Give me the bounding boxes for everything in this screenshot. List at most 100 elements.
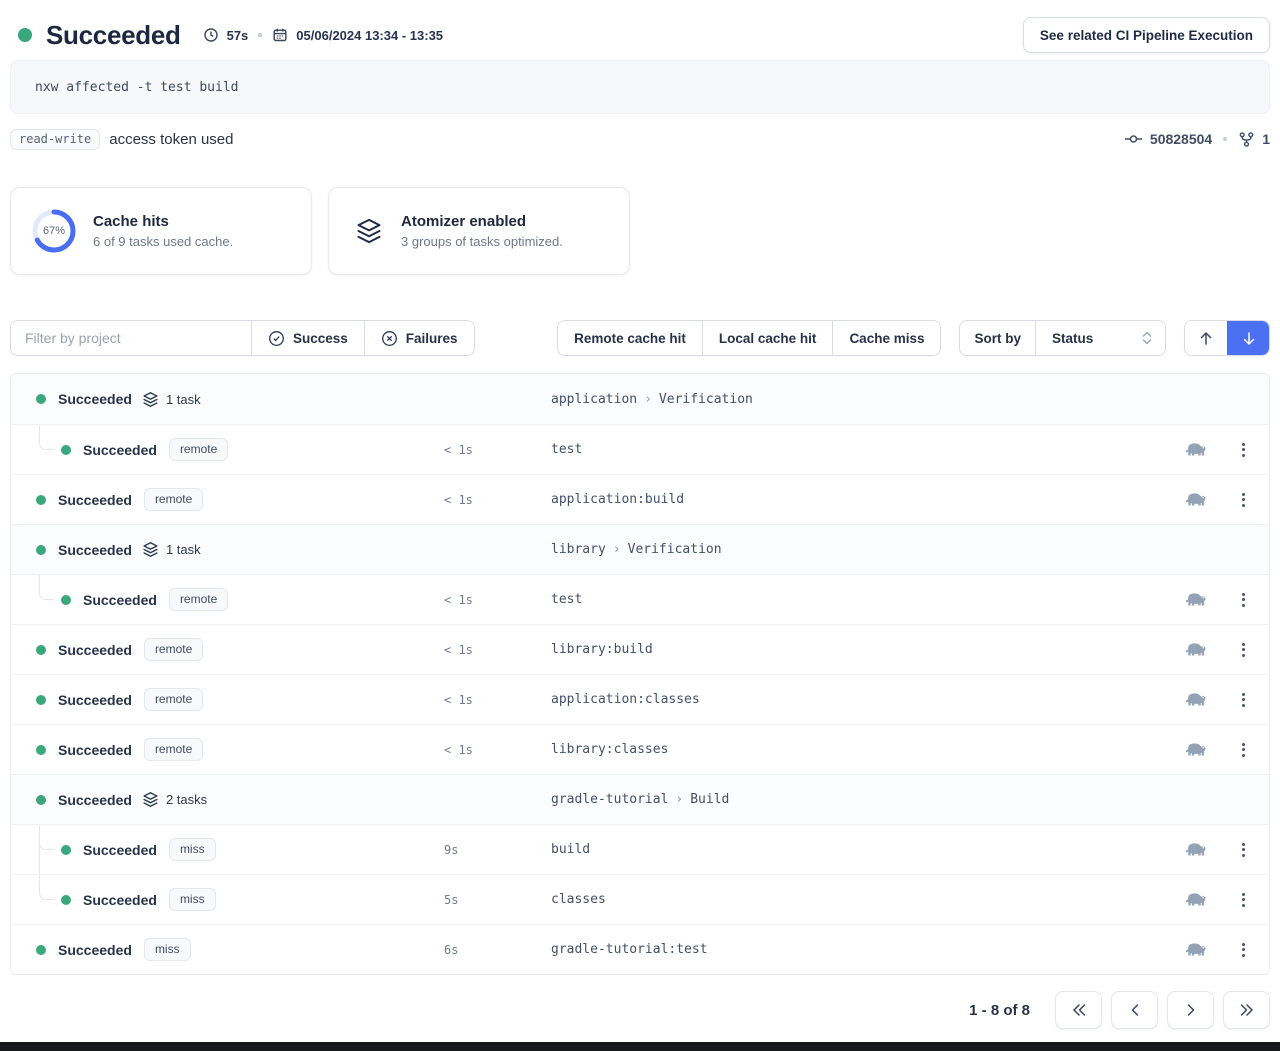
row-menu-button[interactable] <box>1236 439 1251 461</box>
cache-hits-ring: 67% <box>31 208 77 254</box>
next-page-button[interactable] <box>1167 991 1214 1029</box>
status-dot <box>36 495 46 505</box>
row-menu-button[interactable] <box>1236 589 1251 611</box>
gradle-elephant-icon <box>1185 692 1208 708</box>
target-group-name: Build <box>690 792 729 807</box>
row-menu-button[interactable] <box>1236 739 1251 761</box>
status-dot <box>61 445 71 455</box>
last-page-button[interactable] <box>1223 991 1270 1029</box>
layers-icon <box>142 791 159 808</box>
separator-dot <box>1223 137 1227 141</box>
sort-ascending-button[interactable] <box>1185 321 1227 355</box>
task-row[interactable]: Succeeded remote < 1s application:classe… <box>11 674 1269 724</box>
see-related-ci-pipeline-button[interactable]: See related CI Pipeline Execution <box>1023 17 1270 53</box>
task-row[interactable]: Succeeded 1 task application Verificatio… <box>11 374 1269 424</box>
sort-status-select[interactable]: Status <box>1035 321 1165 355</box>
commit-id[interactable]: 50828504 <box>1150 131 1212 147</box>
gradle-scan-button[interactable] <box>1185 592 1208 608</box>
target-group-name: Verification <box>628 542 722 557</box>
previous-page-button[interactable] <box>1111 991 1158 1029</box>
token-scope-badge: read-write <box>10 129 100 150</box>
page-range-label: 1 - 8 of 8 <box>969 1002 1030 1019</box>
cache-miss-button[interactable]: Cache miss <box>832 321 940 355</box>
project-path: gradle-tutorial Build <box>551 792 729 807</box>
sort-descending-button[interactable] <box>1227 321 1269 355</box>
chevron-right-icon <box>613 542 621 557</box>
project-name: application <box>551 392 637 407</box>
row-status-label: Succeeded <box>58 942 132 958</box>
first-page-button[interactable] <box>1055 991 1102 1029</box>
cache-hit-percent: 67% <box>31 208 77 254</box>
tree-connector <box>39 575 54 600</box>
x-circle-icon <box>381 330 398 347</box>
row-menu-button[interactable] <box>1236 839 1251 861</box>
task-row[interactable]: Succeeded miss 9s build <box>11 824 1269 874</box>
task-duration: 6s <box>444 943 458 957</box>
row-menu-button[interactable] <box>1236 639 1251 661</box>
gradle-scan-button[interactable] <box>1185 642 1208 658</box>
row-menu-button[interactable] <box>1236 489 1251 511</box>
project-filter-group: Success Failures <box>10 320 475 356</box>
task-row[interactable]: Succeeded remote < 1s test <box>11 574 1269 624</box>
task-duration: < 1s <box>444 743 473 757</box>
row-menu-button[interactable] <box>1236 939 1251 961</box>
tree-connector <box>39 875 54 900</box>
gradle-scan-button[interactable] <box>1185 842 1208 858</box>
command-box: nxw affected -t test build <box>10 60 1270 114</box>
row-menu-button[interactable] <box>1236 889 1251 911</box>
local-cache-hit-button[interactable]: Local cache hit <box>702 321 833 355</box>
gradle-elephant-icon <box>1185 592 1208 608</box>
gradle-scan-button[interactable] <box>1185 942 1208 958</box>
layers-icon <box>142 391 159 408</box>
gradle-scan-button[interactable] <box>1185 492 1208 508</box>
project-name: gradle-tutorial <box>551 792 668 807</box>
git-fork-icon <box>1238 131 1255 148</box>
task-row[interactable]: Succeeded remote < 1s library:build <box>11 624 1269 674</box>
row-status-label: Succeeded <box>58 542 132 558</box>
status-dot <box>36 695 46 705</box>
gradle-elephant-icon <box>1185 642 1208 658</box>
calendar-icon <box>272 27 288 43</box>
status-dot <box>36 545 46 555</box>
gradle-scan-button[interactable] <box>1185 892 1208 908</box>
task-row[interactable]: Succeeded remote < 1s test <box>11 424 1269 474</box>
task-name: library:build <box>551 642 653 657</box>
success-filter-button[interactable]: Success <box>251 321 364 355</box>
task-row[interactable]: Succeeded 1 task library Verification <box>11 524 1269 574</box>
task-row[interactable]: Succeeded 2 tasks gradle-tutorial Build <box>11 774 1269 824</box>
task-row[interactable]: Succeeded remote < 1s library:classes <box>11 724 1269 774</box>
chevron-left-icon <box>1127 1002 1143 1018</box>
command-text: nxw affected -t test build <box>35 80 239 95</box>
git-commit-icon <box>1124 131 1143 147</box>
row-status-label: Succeeded <box>58 692 132 708</box>
kebab-menu-icon <box>1242 493 1245 496</box>
atomizer-card: Atomizer enabled 3 groups of tasks optim… <box>328 187 630 275</box>
gradle-scan-button[interactable] <box>1185 742 1208 758</box>
branch-count[interactable]: 1 <box>1262 131 1270 147</box>
task-row[interactable]: Succeeded miss 5s classes <box>11 874 1269 924</box>
row-status-label: Succeeded <box>83 842 157 858</box>
row-menu-button[interactable] <box>1236 689 1251 711</box>
kebab-menu-icon <box>1242 593 1245 596</box>
remote-cache-hit-button[interactable]: Remote cache hit <box>558 321 702 355</box>
row-status-label: Succeeded <box>58 792 132 808</box>
cache-status-badge: remote <box>144 488 203 511</box>
arrow-up-icon <box>1198 330 1214 347</box>
gradle-elephant-icon <box>1185 442 1208 458</box>
gradle-scan-button[interactable] <box>1185 442 1208 458</box>
task-row[interactable]: Succeeded miss 6s gradle-tutorial:test <box>11 924 1269 974</box>
task-duration: < 1s <box>444 493 473 507</box>
kebab-menu-icon <box>1242 443 1245 446</box>
pagination: 1 - 8 of 8 <box>10 991 1270 1029</box>
task-duration: 9s <box>444 843 458 857</box>
gradle-scan-button[interactable] <box>1185 692 1208 708</box>
failures-filter-button[interactable]: Failures <box>364 321 474 355</box>
filter-by-project-input[interactable] <box>11 321 251 355</box>
tree-connector <box>39 825 54 850</box>
task-row[interactable]: Succeeded remote < 1s application:build <box>11 474 1269 524</box>
target-group-name: Verification <box>659 392 753 407</box>
gradle-elephant-icon <box>1185 842 1208 858</box>
project-name: library <box>551 542 606 557</box>
filter-toolbar: Success Failures Remote cache hit Local … <box>10 320 1270 356</box>
run-date-range: 05/06/2024 13:34 - 13:35 <box>272 27 443 43</box>
